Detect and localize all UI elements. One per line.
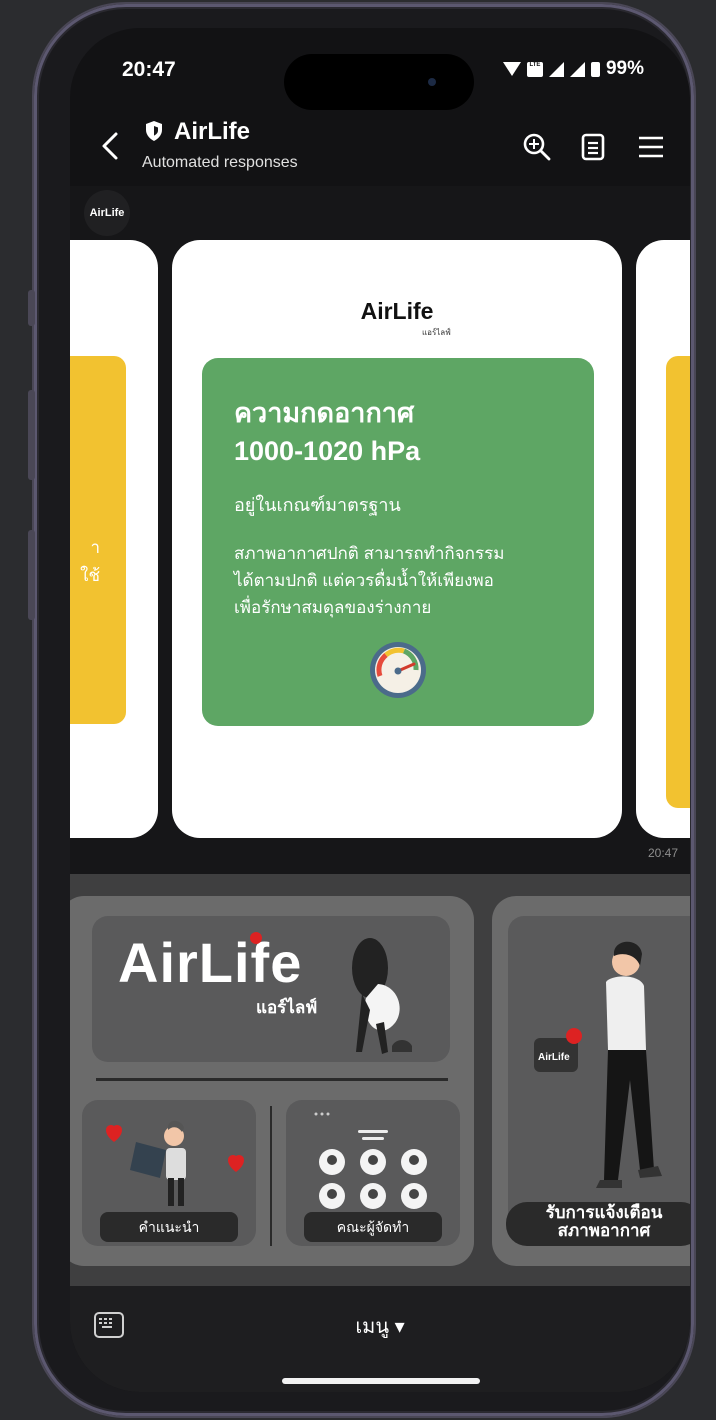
team-label: คณะผู้จัดทำ bbox=[304, 1212, 442, 1242]
alerts-label-line: สภาพอากาศ bbox=[557, 1221, 651, 1240]
red-dot-icon bbox=[250, 932, 262, 944]
alerts-label: รับการแจ้งเตือน สภาพอากาศ bbox=[506, 1202, 690, 1246]
lte-icon: LTE bbox=[526, 61, 543, 77]
yellow-panel bbox=[666, 356, 690, 808]
notes-icon[interactable] bbox=[576, 130, 610, 164]
message-time: 20:47 bbox=[647, 846, 678, 860]
menu-icon[interactable] bbox=[634, 130, 668, 164]
phone-screen: 20:47 LTE 99% AirLife Automated response… bbox=[70, 28, 690, 1392]
carousel-card-next[interactable] bbox=[636, 240, 690, 838]
wifi-icon bbox=[502, 62, 521, 76]
description-line: ได้ตามปกติ แต่ควรดื่มน้ำให้เพียงพอ bbox=[234, 571, 494, 590]
battery-icon bbox=[590, 61, 600, 77]
chat-subtitle: Automated responses bbox=[142, 154, 298, 171]
rich-menu-item-advice[interactable]: คำแนะนำ bbox=[82, 1100, 256, 1246]
woman-walking-illustration: AirLife bbox=[534, 941, 662, 1188]
shield-icon bbox=[146, 121, 162, 141]
pressure-status: อยู่ในเกณฑ์มาตรฐาน bbox=[234, 495, 401, 515]
rich-menu-item-alerts[interactable]: AirLife รับการแจ้งเตือน สภาพอากาศ bbox=[492, 896, 690, 1266]
gauge-icon bbox=[370, 642, 426, 698]
rich-menu-toggle[interactable]: เมนู ▾ bbox=[70, 1310, 690, 1342]
status-indicators: LTE 99% bbox=[502, 58, 644, 80]
person-walking-dog-illustration bbox=[352, 938, 412, 1054]
pressure-title-line: 1000-1020 hPa bbox=[234, 436, 421, 466]
signal-icon bbox=[548, 61, 564, 77]
left-card-line: ใช้ bbox=[80, 566, 100, 585]
divider bbox=[96, 1078, 448, 1081]
advice-label: คำแนะนำ bbox=[100, 1212, 238, 1242]
chat-title[interactable]: AirLife bbox=[174, 118, 250, 146]
phone-logo-text: AirLife bbox=[538, 1052, 570, 1063]
status-time: 20:47 bbox=[122, 58, 176, 81]
carousel-card-previous[interactable]: า ใช้ bbox=[70, 240, 158, 838]
rich-menu-logo-text: AirLife bbox=[118, 931, 303, 994]
yellow-panel: า ใช้ bbox=[70, 356, 126, 724]
left-card-line: า bbox=[90, 538, 100, 557]
pressure-title-line: ความกดอากาศ bbox=[234, 398, 415, 428]
volume-up-button bbox=[28, 390, 35, 480]
dynamic-island bbox=[284, 54, 474, 110]
carousel-card-main[interactable]: AirLife แอร์ไลฟ์ ความกดอากาศ 1000-1020 h… bbox=[172, 240, 622, 838]
team-avatars-icon bbox=[314, 1112, 427, 1209]
back-button[interactable] bbox=[98, 128, 126, 168]
alerts-label-line: รับการแจ้งเตือน bbox=[545, 1203, 663, 1222]
chat-header: AirLife Automated responses bbox=[70, 118, 690, 188]
description-line: เพื่อรักษาสมดุลของร่างกาย bbox=[234, 598, 432, 617]
brand-logo: AirLife bbox=[360, 298, 434, 324]
signal-icon bbox=[569, 61, 585, 77]
back-arrow-icon bbox=[102, 132, 118, 160]
brand-logo-thai: แอร์ไลฟ์ bbox=[422, 328, 451, 337]
rich-menu-banner[interactable]: AirLife แอร์ไลฟ์ bbox=[92, 916, 450, 1062]
rich-menu-item-team[interactable]: คณะผู้จัดทำ bbox=[286, 1100, 460, 1246]
divider-vertical bbox=[270, 1106, 272, 1246]
alerts-inner: AirLife bbox=[508, 916, 690, 1244]
side-button bbox=[28, 290, 35, 326]
description-line: สภาพอากาศปกติ สามารถทำกิจกรรม bbox=[234, 544, 505, 563]
pressure-title: ความกดอากาศ 1000-1020 hPa bbox=[234, 394, 420, 470]
home-indicator[interactable] bbox=[282, 1378, 480, 1384]
person-reading-illustration bbox=[106, 1120, 244, 1206]
pressure-panel: ความกดอากาศ 1000-1020 hPa อยู่ในเกณฑ์มาต… bbox=[202, 358, 594, 726]
volume-down-button bbox=[28, 530, 35, 620]
rich-menu-panel-main: AirLife แอร์ไลฟ์ คำแนะนำ คณะผู้จัดทำ bbox=[70, 896, 474, 1266]
rich-menu-logo: AirLife bbox=[118, 930, 302, 995]
rich-menu: AirLife แอร์ไลฟ์ คำแนะนำ คณะผู้จัดทำ Air… bbox=[70, 874, 690, 1286]
bottom-bar: เมนู ▾ bbox=[70, 1286, 690, 1392]
battery-percent: 99% bbox=[605, 58, 644, 79]
pressure-description: สภาพอากาศปกติ สามารถทำกิจกรรม ได้ตามปกติ… bbox=[234, 540, 574, 621]
left-card-text: า ใช้ bbox=[80, 534, 100, 590]
rich-menu-logo-thai: แอร์ไลฟ์ bbox=[256, 998, 318, 1017]
search-icon[interactable] bbox=[520, 130, 554, 164]
chat-area[interactable]: AirLife า ใช้ AirLife แอร์ไลฟ์ ความกดอาก… bbox=[70, 186, 690, 876]
avatar[interactable]: AirLife bbox=[84, 190, 130, 236]
